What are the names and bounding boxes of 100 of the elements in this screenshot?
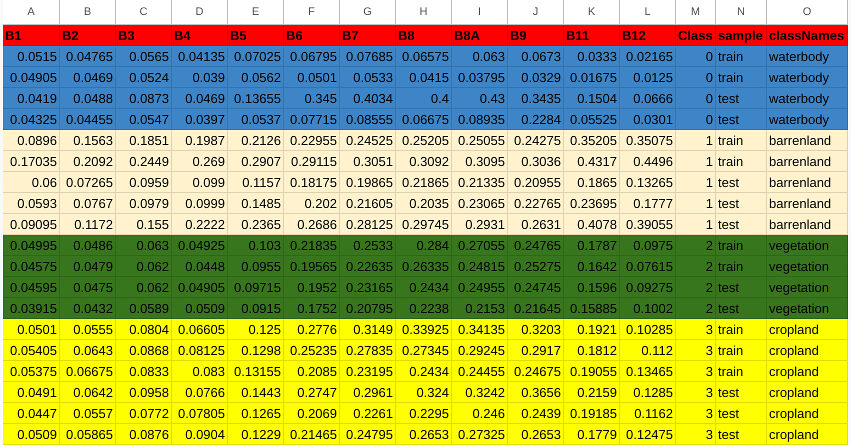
table-cell: 0.10285 xyxy=(620,319,676,340)
table-cell: 0.08125 xyxy=(172,340,228,361)
table-cell: 0.03915 xyxy=(3,298,60,319)
table-cell: 0.2126 xyxy=(228,130,284,151)
column-header[interactable]: D xyxy=(172,0,228,25)
table-cell: 3 xyxy=(676,319,716,340)
table-cell: 0.27835 xyxy=(340,340,396,361)
column-header[interactable]: B xyxy=(60,0,116,25)
header-cell: B2 xyxy=(60,25,116,46)
table-cell: barrenland xyxy=(767,214,848,235)
column-header[interactable]: M xyxy=(676,0,716,25)
table-cell: 0.2092 xyxy=(60,151,116,172)
column-header[interactable]: F xyxy=(284,0,340,25)
table-cell: 0.25235 xyxy=(284,340,340,361)
table-cell: 0.3242 xyxy=(452,382,508,403)
table-cell: 0.2449 xyxy=(116,151,172,172)
table-cell: 0.0767 xyxy=(60,193,116,214)
table-cell: 0.3149 xyxy=(340,319,396,340)
table-cell: cropland xyxy=(767,361,848,382)
table-cell: 0.07615 xyxy=(620,256,676,277)
table-cell: waterbody xyxy=(767,67,848,88)
table-cell: 0.15885 xyxy=(564,298,620,319)
table-cell: train xyxy=(716,256,767,277)
table-cell: 0.0501 xyxy=(284,67,340,88)
table-cell: 0.2747 xyxy=(284,382,340,403)
table-cell: 0.20955 xyxy=(508,172,564,193)
column-header[interactable]: C xyxy=(116,0,172,25)
table-cell: 0.4078 xyxy=(564,214,620,235)
table-cell: 0.1443 xyxy=(228,382,284,403)
table-cell: 0.0643 xyxy=(60,340,116,361)
table-cell: 0.063 xyxy=(452,46,508,67)
table-cell: 0.246 xyxy=(452,403,508,424)
column-header[interactable]: O xyxy=(767,0,848,25)
table-cell: 0.34135 xyxy=(452,319,508,340)
table-cell: 0.062 xyxy=(116,256,172,277)
table-cell: 0.06575 xyxy=(396,46,452,67)
table-cell: 0.0896 xyxy=(3,130,60,151)
table-cell: 0.23065 xyxy=(452,193,508,214)
column-header[interactable]: H xyxy=(396,0,452,25)
table-cell: 0.0301 xyxy=(620,109,676,130)
table-cell: 0.2085 xyxy=(284,361,340,382)
table-cell: 0.062 xyxy=(116,277,172,298)
column-header[interactable]: J xyxy=(508,0,564,25)
table-cell: 0.324 xyxy=(396,382,452,403)
table-cell: 0.20795 xyxy=(340,298,396,319)
table-cell: 0.12475 xyxy=(620,424,676,445)
table-cell: 0.29245 xyxy=(452,340,508,361)
table-cell: 0.04765 xyxy=(60,46,116,67)
column-header[interactable]: K xyxy=(564,0,620,25)
table-cell: 0.4317 xyxy=(564,151,620,172)
table-cell: 0.1504 xyxy=(564,88,620,109)
table-cell: 0.21605 xyxy=(340,193,396,214)
table-cell: train xyxy=(716,130,767,151)
table-cell: 0.04455 xyxy=(60,109,116,130)
table-cell: 0.0873 xyxy=(116,88,172,109)
table-cell: 0.063 xyxy=(116,235,172,256)
table-cell: 0.284 xyxy=(396,235,452,256)
table-cell: 0.0537 xyxy=(228,109,284,130)
table-cell: 0.0475 xyxy=(60,277,116,298)
table-cell: 0.2931 xyxy=(452,214,508,235)
table-cell: 0.09095 xyxy=(3,214,60,235)
column-header[interactable]: I xyxy=(452,0,508,25)
table-cell: 0.0766 xyxy=(172,382,228,403)
table-cell: 0.24795 xyxy=(340,424,396,445)
table-cell: 0.0419 xyxy=(3,88,60,109)
table-cell: 0.02165 xyxy=(620,46,676,67)
table-cell: 0.0642 xyxy=(60,382,116,403)
table-cell: 0.4496 xyxy=(620,151,676,172)
table-cell: 0.04925 xyxy=(172,235,228,256)
table-cell: 0.03795 xyxy=(452,67,508,88)
column-header[interactable]: L xyxy=(620,0,676,25)
table-cell: 0.25055 xyxy=(452,130,508,151)
column-header[interactable]: A xyxy=(3,0,60,25)
table-cell: 0.28125 xyxy=(340,214,396,235)
table-cell: 0.07025 xyxy=(228,46,284,67)
table-cell: 0.0524 xyxy=(116,67,172,88)
table-cell: 0.1298 xyxy=(228,340,284,361)
table-cell: 0.2533 xyxy=(340,235,396,256)
table-cell: 0.0673 xyxy=(508,46,564,67)
table-cell: 0.24675 xyxy=(508,361,564,382)
header-cell: B8A xyxy=(452,25,508,46)
table-cell: 0.13155 xyxy=(228,361,284,382)
table-cell: 0.04595 xyxy=(3,277,60,298)
table-cell: train xyxy=(716,319,767,340)
table-cell: 0.13265 xyxy=(620,172,676,193)
table-cell: 0.2069 xyxy=(284,403,340,424)
table-cell: 0.0562 xyxy=(228,67,284,88)
column-header[interactable]: G xyxy=(340,0,396,25)
table-cell: test xyxy=(716,109,767,130)
column-header[interactable]: E xyxy=(228,0,284,25)
table-cell: 0.0915 xyxy=(228,298,284,319)
table-cell: 0.2365 xyxy=(228,214,284,235)
table-cell: 0.0555 xyxy=(60,319,116,340)
table-cell: 0.0975 xyxy=(620,235,676,256)
table-cell: cropland xyxy=(767,319,848,340)
table-cell: 0.05405 xyxy=(3,340,60,361)
header-cell: B11 xyxy=(564,25,620,46)
table-cell: vegetation xyxy=(767,298,848,319)
table-cell: 0.2631 xyxy=(508,214,564,235)
column-header[interactable]: N xyxy=(716,0,767,25)
